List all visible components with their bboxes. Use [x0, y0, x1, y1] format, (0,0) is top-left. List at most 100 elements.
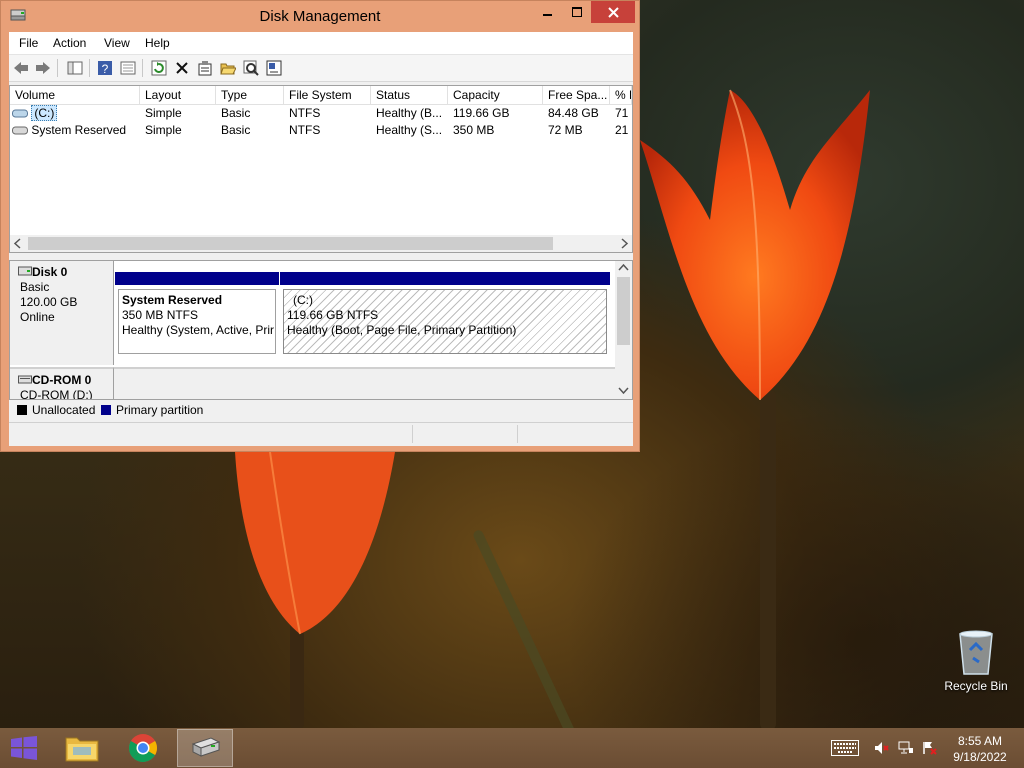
column-header-volume[interactable]: Volume [10, 86, 140, 104]
taskbar-clock[interactable]: 8:55 AM 9/18/2022 [948, 733, 1012, 765]
disk-graphical-view[interactable]: Disk 0 Basic 120.00 GB Online System Res… [9, 260, 633, 400]
volume-name: System Reserved [31, 123, 127, 137]
partition-bar [280, 272, 610, 285]
disk-icon [18, 266, 32, 276]
scroll-down-icon[interactable] [615, 383, 632, 397]
minimize-button[interactable] [533, 1, 563, 23]
back-arrow-icon [14, 62, 28, 74]
vertical-scrollbar[interactable] [615, 261, 632, 399]
status-divider [517, 425, 518, 443]
volume-cell: (C:) [10, 105, 140, 122]
close-icon [607, 6, 619, 18]
window-settings-icon [266, 60, 282, 76]
properties-icon [120, 61, 136, 75]
column-header-layout[interactable]: Layout [140, 86, 216, 104]
volume-list[interactable]: Volume Layout Type File System Status Ca… [9, 85, 633, 253]
taskbar-chrome[interactable] [115, 729, 171, 767]
horizontal-scrollbar[interactable] [10, 235, 632, 252]
chrome-icon [128, 734, 157, 763]
partition-status: Healthy (System, Active, Prir [122, 323, 275, 337]
disk-size: 120.00 GB [20, 295, 78, 309]
start-button[interactable] [0, 729, 48, 767]
column-header-type[interactable]: Type [216, 86, 284, 104]
forward-arrow-icon [36, 62, 50, 74]
taskbar-file-explorer[interactable] [54, 729, 110, 767]
windows-logo-icon [11, 736, 37, 760]
column-header-free-space[interactable]: Free Spa... [543, 86, 610, 104]
disk-0-label[interactable]: Disk 0 Basic 120.00 GB Online [10, 261, 114, 365]
taskbar-disk-management[interactable] [177, 729, 233, 767]
close-button[interactable] [591, 1, 635, 23]
legend-label-unallocated: Unallocated [32, 403, 96, 417]
partition-name: System Reserved [122, 293, 223, 307]
partition-system-reserved[interactable]: System Reserved 350 MB NTFS Healthy (Sys… [115, 272, 279, 358]
layout-cell: Simple [145, 123, 182, 137]
network-button[interactable] [896, 728, 916, 768]
speaker-muted-icon [875, 742, 889, 754]
menu-file[interactable]: File [19, 36, 38, 50]
show-hide-console-tree-button[interactable] [66, 59, 84, 77]
column-header-capacity[interactable]: Capacity [448, 86, 543, 104]
recycle-bin-label: Recycle Bin [944, 679, 1008, 693]
maximize-button[interactable] [563, 1, 591, 23]
column-header-percent-free[interactable]: % F [610, 86, 632, 104]
grass-blade [471, 528, 579, 728]
action-center-button[interactable] [920, 728, 940, 768]
properties-button[interactable] [119, 59, 137, 77]
open-button[interactable] [219, 59, 237, 77]
keyboard-icon [831, 740, 859, 756]
help-icon: ? [98, 61, 112, 76]
back-button[interactable] [12, 59, 30, 77]
delete-button[interactable] [173, 59, 191, 77]
checklist-icon [198, 61, 212, 76]
menu-help[interactable]: Help [145, 36, 170, 50]
file-system-cell: NTFS [289, 123, 321, 137]
volume-button[interactable] [872, 728, 892, 768]
minimize-icon [543, 14, 552, 16]
disk-properties-button[interactable] [196, 59, 214, 77]
console-tree-icon [67, 61, 83, 75]
vertical-scroll-thumb[interactable] [617, 277, 630, 345]
percent-free-cell: 71 [615, 106, 629, 120]
horizontal-scroll-thumb[interactable] [28, 237, 553, 250]
capacity-cell: 119.66 GB [453, 106, 510, 120]
tulip-flower-left [235, 452, 395, 635]
refresh-button[interactable] [150, 59, 168, 77]
legend-swatch-primary [101, 405, 111, 415]
menu-action[interactable]: Action [53, 36, 86, 50]
layout-cell: Simple [145, 106, 182, 120]
cdrom-0-label[interactable]: CD-ROM 0 CD-ROM (D:) [10, 367, 114, 399]
scroll-left-icon[interactable] [10, 235, 26, 252]
disk-management-icon [191, 737, 221, 757]
title-bar[interactable]: Disk Management [1, 1, 639, 31]
help-button[interactable]: ? [96, 59, 114, 77]
column-header-file-system[interactable]: File System [284, 86, 371, 104]
recycle-bin[interactable]: Recycle Bin [940, 628, 1012, 693]
toolbar-separator [89, 59, 90, 77]
partition-c[interactable]: (C:) 119.66 GB NTFS Healthy (Boot, Page … [280, 272, 610, 358]
disk-name: Disk 0 [32, 265, 68, 279]
forward-button[interactable] [34, 59, 52, 77]
column-header-status[interactable]: Status [371, 86, 448, 104]
settings-button[interactable] [265, 59, 283, 77]
partition-body: System Reserved 350 MB NTFS Healthy (Sys… [118, 289, 276, 354]
status-divider [412, 425, 413, 443]
scroll-right-icon[interactable] [616, 235, 632, 252]
scroll-up-icon[interactable] [615, 261, 632, 275]
file-system-cell: NTFS [289, 106, 321, 120]
table-row[interactable]: System Reserved Simple Basic NTFS Health… [10, 122, 632, 139]
table-row[interactable]: (C:) Simple Basic NTFS Healthy (B... 119… [10, 105, 632, 122]
legend-swatch-unallocated [17, 405, 27, 415]
cdrom-area [114, 367, 616, 399]
network-icon [898, 741, 913, 754]
partition-name: (C:) [293, 293, 313, 307]
maximize-icon [572, 7, 582, 17]
touch-keyboard-button[interactable] [828, 728, 862, 768]
volume-list-header: Volume Layout Type File System Status Ca… [10, 86, 632, 105]
volume-cell: System Reserved [10, 122, 140, 139]
search-button[interactable] [242, 59, 260, 77]
partition-size: 119.66 GB NTFS [287, 308, 379, 322]
menu-view[interactable]: View [104, 36, 130, 50]
partition-status: Healthy (Boot, Page File, Primary Partit… [287, 323, 517, 337]
legend: Unallocated Primary partition [9, 401, 633, 419]
